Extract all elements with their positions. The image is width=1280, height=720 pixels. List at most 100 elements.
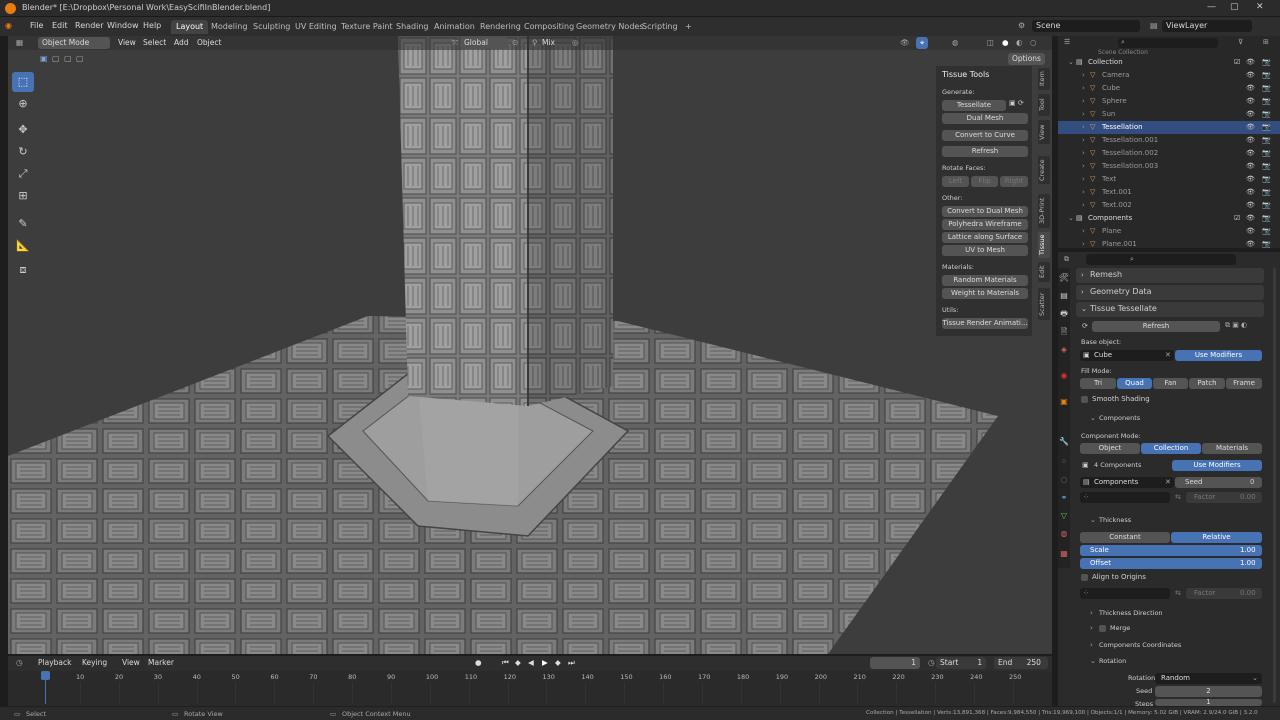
fill-mode-patch[interactable]: Patch <box>1189 378 1225 389</box>
render-camera-icon[interactable]: 📷 <box>1262 136 1271 144</box>
shading-rendered-icon[interactable]: ○ <box>1026 37 1041 49</box>
maximize-button[interactable]: ▢ <box>1230 2 1239 12</box>
expand-icon[interactable]: › <box>1082 201 1085 209</box>
area-separator[interactable] <box>1052 36 1058 706</box>
thickness-relative[interactable]: Relative <box>1171 532 1262 543</box>
expand-icon[interactable]: › <box>1082 71 1085 79</box>
collapse-icon[interactable]: ⌄ <box>1068 214 1074 222</box>
tab-tool[interactable]: Tool <box>1038 94 1050 116</box>
constraints-tab-icon[interactable]: ⚭ <box>1058 492 1070 504</box>
visibility-eye-icon[interactable]: 👁 <box>1246 175 1255 183</box>
convert-dual-mesh-button[interactable]: Convert to Dual Mesh <box>942 206 1028 217</box>
tab-modeling[interactable]: Modeling <box>206 20 252 34</box>
select-invert-icon[interactable]: ▢ <box>72 53 88 65</box>
vertex-group-field-2[interactable] <box>1080 588 1170 599</box>
visibility-eye-icon[interactable]: 👁 <box>1246 110 1255 118</box>
visibility-eye-icon[interactable]: 👁 <box>1246 123 1255 131</box>
transform-orientation[interactable]: Global <box>460 37 508 49</box>
outliner-row[interactable]: › ▽ Text.001 👁 📷 <box>1058 186 1280 199</box>
record-icon[interactable]: ● <box>471 657 486 669</box>
modifier-tab-icon[interactable]: 🔧 <box>1058 436 1070 448</box>
pivot-icon[interactable]: ⊙ <box>508 37 522 49</box>
component-mode-materials[interactable]: Materials <box>1202 443 1262 454</box>
tab-shading[interactable]: Shading <box>391 20 434 34</box>
expand-icon[interactable]: › <box>1082 84 1085 92</box>
visibility-eye-icon[interactable]: 👁 <box>1246 240 1255 248</box>
physics-tab-icon[interactable]: ◌ <box>1058 474 1070 486</box>
visibility-eye-icon[interactable]: 👁 <box>1246 71 1255 79</box>
play-reverse-icon[interactable]: ◀ <box>524 657 538 669</box>
xray-icon[interactable]: ◫ <box>983 37 998 49</box>
material-tab-icon[interactable]: ◍ <box>1058 528 1070 540</box>
menu-file[interactable]: File <box>30 21 43 30</box>
seed2-field[interactable]: 2 <box>1155 686 1262 697</box>
menu-help[interactable]: Help <box>143 21 161 30</box>
rotate-tool-icon[interactable]: ↻ <box>12 142 34 162</box>
offset-field[interactable]: Offset <box>1080 558 1262 569</box>
tab-item[interactable]: Item <box>1038 68 1050 90</box>
collapse-icon[interactable]: ⌄ <box>1068 58 1074 66</box>
new-collection-icon[interactable]: ⊞ <box>1263 38 1269 46</box>
tab-tissue[interactable]: Tissue <box>1038 232 1050 258</box>
clear-base-object-icon[interactable]: ✕ <box>1165 351 1171 359</box>
refresh-options-icons[interactable]: ⧉ ▣ ◐ <box>1225 321 1247 330</box>
invert-arrows-icon[interactable]: ⇆ <box>1175 493 1181 501</box>
tab-animation[interactable]: Animation <box>429 20 480 34</box>
random-materials-button[interactable]: Random Materials <box>942 275 1028 286</box>
rotation-dropdown[interactable]: Random <box>1155 673 1262 684</box>
cursor-tool-icon[interactable]: ⊕ <box>12 94 34 114</box>
3d-viewport[interactable] <box>8 36 1052 654</box>
use-modifiers-button-2[interactable]: Use Modifiers <box>1172 460 1262 471</box>
outliner-row[interactable]: › ▽ Text 👁 📷 <box>1058 173 1280 186</box>
add-workspace-button[interactable]: + <box>680 20 697 34</box>
expand-icon[interactable]: › <box>1082 136 1085 144</box>
outliner-row[interactable]: › ▽ Camera 👁 📷 <box>1058 69 1280 82</box>
invert-arrows-icon-2[interactable]: ⇆ <box>1175 589 1181 597</box>
move-tool-icon[interactable]: ✥ <box>12 120 34 140</box>
uv-to-mesh-button[interactable]: UV to Mesh <box>942 245 1028 256</box>
render-camera-icon[interactable]: 📷 <box>1262 149 1271 157</box>
polyhedra-wireframe-button[interactable]: Polyhedra Wireframe <box>942 219 1028 230</box>
use-modifiers-button[interactable]: Use Modifiers <box>1175 350 1262 361</box>
expand-icon[interactable]: › <box>1082 97 1085 105</box>
prev-keyframe-icon[interactable]: ◆ <box>511 657 525 669</box>
play-icon[interactable]: ▶ <box>538 657 552 669</box>
render-camera-icon[interactable]: 📷 <box>1262 214 1271 222</box>
outliner-search[interactable] <box>1118 38 1218 48</box>
menu-timeline-view[interactable]: View <box>118 657 144 669</box>
current-frame-field[interactable]: 1 <box>870 657 920 669</box>
outliner-row[interactable]: › ▽ Tessellation.001 👁 📷 <box>1058 134 1280 147</box>
components-section-label[interactable]: Components <box>1099 414 1140 422</box>
expand-icon[interactable]: › <box>1082 188 1085 196</box>
properties-search[interactable] <box>1086 254 1236 265</box>
clear-collection-icon[interactable]: ✕ <box>1165 478 1171 486</box>
thickness-direction-label[interactable]: Thickness Direction <box>1099 609 1163 617</box>
shading-material-icon[interactable]: ◐ <box>1012 37 1027 49</box>
pivot-mode[interactable]: Mix <box>538 37 559 49</box>
mode-selector[interactable]: Object Mode <box>38 37 110 49</box>
playhead[interactable] <box>41 671 50 680</box>
expand-icon[interactable]: › <box>1082 149 1085 157</box>
expand-icon[interactable]: › <box>1082 175 1085 183</box>
texture-tab-icon[interactable]: ▦ <box>1058 548 1070 560</box>
proportional-icon[interactable]: ◎ <box>568 37 583 49</box>
expand-icon[interactable]: › <box>1082 123 1085 131</box>
render-tab-icon[interactable]: ▤ <box>1058 290 1070 302</box>
menu-marker[interactable]: Marker <box>144 657 178 669</box>
render-camera-icon[interactable]: 📷 <box>1262 97 1271 105</box>
blender-menu-icon[interactable]: ◉ <box>5 21 12 30</box>
render-camera-icon[interactable]: 📷 <box>1262 201 1271 209</box>
scene-tab-icon[interactable]: ◈ <box>1058 344 1070 356</box>
render-camera-icon[interactable]: 📷 <box>1262 162 1271 170</box>
scene-selector[interactable]: Scene <box>1032 20 1140 32</box>
visibility-eye-icon[interactable]: 👁 <box>1246 188 1255 196</box>
components-collection-field[interactable]: Components <box>1080 477 1174 488</box>
options-button[interactable]: Options <box>1008 53 1045 65</box>
tab-edit[interactable]: Edit <box>1038 262 1050 282</box>
menu-playback[interactable]: Playback <box>34 657 75 669</box>
visibility-eye-icon[interactable]: 👁 <box>1246 97 1255 105</box>
tab-scripting[interactable]: Scripting <box>637 20 683 34</box>
tissue-render-animation-button[interactable]: Tissue Render Animati... <box>942 318 1028 329</box>
particles-tab-icon[interactable]: ⁘ <box>1058 456 1070 468</box>
visibility-eye-icon[interactable]: 👁 <box>1246 227 1255 235</box>
